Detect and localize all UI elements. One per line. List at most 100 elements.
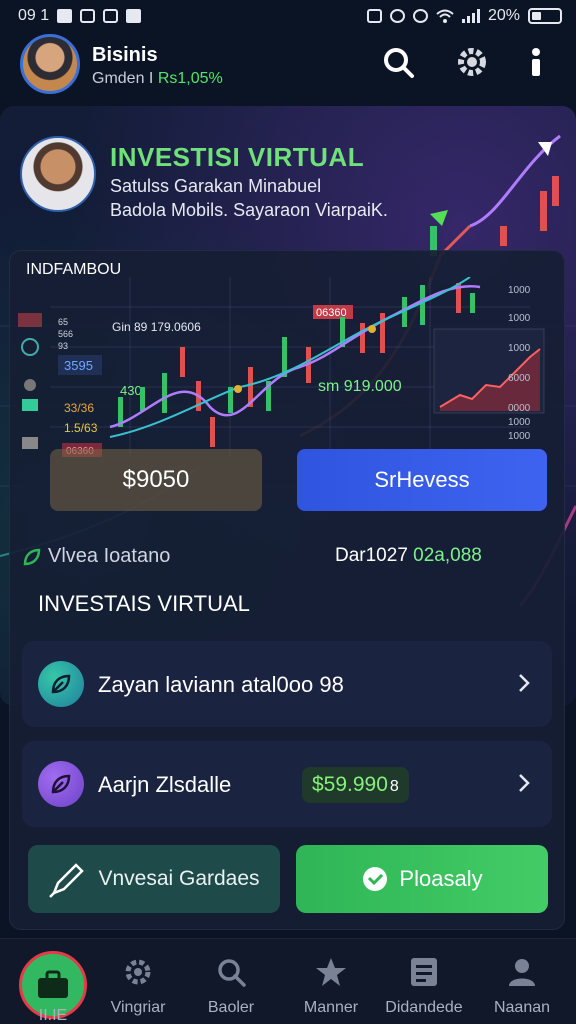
chevron-right-icon	[519, 674, 530, 692]
side-tag-1: 3595	[64, 358, 93, 373]
settings-button[interactable]	[454, 44, 490, 80]
document-icon	[411, 958, 437, 986]
candles	[118, 283, 475, 447]
stat-left-label: Vlvea Ioatano	[48, 545, 171, 567]
gear-icon	[125, 959, 151, 985]
list-item[interactable]: Zayan laviann atal0oo 98	[22, 641, 552, 727]
header-subtitle: Gmden I Rs1,05%	[92, 70, 223, 88]
hero-line-1: Satulss Garakan Minabuel	[110, 176, 322, 196]
vibrate-icon	[366, 9, 382, 23]
status-left: 09 1	[18, 7, 142, 25]
battery-icon	[528, 8, 562, 24]
chevron-right-icon	[519, 774, 530, 792]
do-not-disturb-icon	[412, 9, 428, 23]
app-header: Bisinis Gmden I Rs1,05%	[0, 32, 576, 104]
search-button[interactable]	[380, 44, 416, 80]
alarm-icon	[389, 9, 405, 23]
right-tick-1: 1000	[508, 285, 531, 296]
info-icon	[532, 48, 540, 76]
nav-item-documents[interactable]: Didandede	[376, 939, 472, 1024]
list-item[interactable]: Aarjn Zlsdalle $59.990 8	[22, 741, 552, 827]
right-tick-4: 6000	[508, 373, 531, 384]
leaf-badge-icon	[38, 661, 84, 707]
virtual-garden-button[interactable]: Vnvesai Gardaes	[28, 845, 280, 913]
notification-icon	[57, 9, 73, 23]
right-tick-5: 0000	[508, 403, 531, 414]
nav-label-search: Baoler	[207, 999, 255, 1016]
nav-label-home: II.IE	[38, 1007, 68, 1024]
app-icon	[126, 9, 142, 23]
user-avatar[interactable]	[20, 34, 80, 94]
hero-title: INVESTISI VIRTUAL	[110, 142, 365, 172]
nav-label-documents: Didandede	[385, 999, 463, 1016]
play-button[interactable]: Ploasaly	[296, 845, 548, 913]
search-icon	[384, 48, 414, 78]
virtual-garden-label: Vnvesai Gardaes	[98, 867, 260, 890]
sidebar-tag-red	[18, 313, 42, 327]
profile-icon	[509, 959, 535, 986]
price-badge-value: $59.990	[312, 773, 388, 796]
side-tag-4: 1.5/63	[64, 421, 98, 435]
status-right: 20%	[366, 7, 562, 25]
right-tick-3: 1000	[508, 343, 531, 354]
leaf-icon	[23, 548, 41, 565]
header-subtitle-value: Rs1,05%	[157, 70, 223, 87]
star-icon	[316, 958, 346, 986]
sidebar-doc-icon	[22, 437, 38, 449]
gear-icon	[458, 48, 486, 76]
value-tag: sm 919.000	[318, 378, 402, 395]
nav-label-profile: Naanan	[493, 999, 551, 1016]
right-tick-7: 1000	[508, 431, 531, 442]
nav-item-favorites[interactable]: Manner	[283, 939, 379, 1024]
right-tick-2: 1000	[508, 313, 531, 324]
signal-icon	[461, 9, 480, 23]
battery-percent: 20%	[487, 7, 520, 24]
header-subtitle-prefix: Gmden I	[92, 70, 154, 87]
nav-item-settings[interactable]: Vingriar	[90, 939, 186, 1024]
status-time: 09 1	[18, 7, 50, 24]
wifi-icon	[436, 9, 454, 23]
nav-item-home[interactable]: II.IE	[5, 939, 101, 1024]
nav-item-profile[interactable]: Naanan	[474, 939, 570, 1024]
marker-1	[234, 385, 242, 393]
invest-button[interactable]: SrHevess	[297, 449, 547, 511]
left-code-3: 93	[58, 341, 68, 351]
left-code-1: 65	[58, 317, 68, 327]
sidebar-clock-icon	[21, 338, 39, 356]
photo-icon	[103, 9, 119, 23]
sidebar-bar-icon	[22, 399, 38, 411]
search-icon	[218, 959, 246, 987]
stat-right-value: 02a,088	[413, 545, 482, 566]
price-badge-suffix: 8	[389, 778, 399, 795]
status-bar: 09 1 20%	[0, 0, 576, 32]
stat-left: Vlvea Ioatano	[22, 545, 170, 568]
more-options-button[interactable]	[518, 44, 554, 80]
header-title: Bisinis	[92, 44, 158, 66]
side-tag-2: 430	[120, 383, 142, 398]
heart-check-icon	[363, 867, 388, 891]
marker-2	[368, 325, 376, 333]
amount-button[interactable]: $9050	[50, 449, 262, 511]
dashboard-panel: INDFAMBOU 65 566 93 3595 430 33/36 1.5/6…	[9, 250, 565, 930]
pen-icon	[49, 863, 85, 898]
play-button-label: Ploasaly	[399, 866, 483, 891]
stat-right-prefix: Dar1027	[335, 545, 408, 566]
hero-line-2: Badola Mobils. Sayaraon ViarpaiK.	[110, 200, 388, 220]
nav-label-favorites: Manner	[303, 999, 359, 1016]
right-tick-6: 1000	[508, 417, 531, 428]
section-title: INVESTAIS VIRTUAL	[38, 591, 250, 616]
price-badge: $59.990 8	[302, 767, 409, 803]
list-item-label: Aarjn Zlsdalle	[98, 772, 232, 797]
nav-item-search[interactable]: Baoler	[183, 939, 279, 1024]
list-item-label: Zayan laviann atal0oo 98	[98, 672, 344, 697]
nav-label-settings: Vingriar	[110, 999, 166, 1016]
feather-icon	[38, 761, 84, 807]
bottom-nav: II.IE Vingriar Baoler Manner Didandede N…	[0, 938, 576, 1024]
gallery-icon	[80, 9, 96, 23]
stat-right: Dar1027 02a,088	[335, 545, 482, 567]
side-tag-3: 33/36	[64, 401, 94, 415]
trading-chart: 65 566 93 3595 430 33/36 1.5/63 06360 Gi…	[18, 277, 545, 457]
price-tag: Gin 89 179.0606	[112, 320, 201, 334]
left-code-2: 566	[58, 329, 73, 339]
sidebar-dot-icon	[24, 379, 36, 391]
